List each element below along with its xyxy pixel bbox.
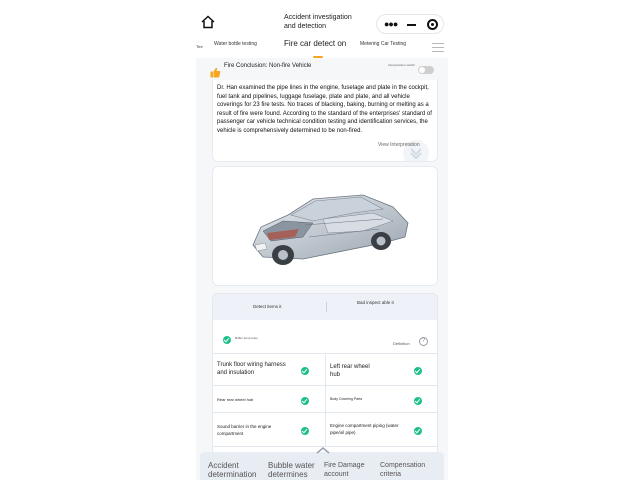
check-icon	[301, 397, 309, 405]
phone-frame: Accident investigation and detection ●●●…	[196, 0, 448, 480]
tab-bar: Tire Water bottle testing Fire car detec…	[196, 38, 448, 58]
more-icon[interactable]: ●●●	[384, 19, 398, 29]
bottom-nav-label: criteria	[380, 471, 402, 478]
inspection-item: Engine compartment piping (water pipe/oi…	[326, 413, 437, 447]
inspection-item: Left rear wheel hub	[326, 355, 437, 386]
inspection-item: Rear rear wheel hub	[213, 386, 326, 413]
tab-side-label[interactable]: Tire	[196, 44, 203, 49]
inspection-item-label: Engine compartment piping (water pipe/oi…	[330, 423, 399, 435]
view-interpretation-link[interactable]: View Interpretation	[378, 142, 420, 148]
car-image-card	[212, 166, 438, 286]
inspection-item: Trunk floor wiring harness and insulatio…	[213, 355, 326, 386]
chevron-up-icon[interactable]	[316, 447, 330, 454]
thumbs-up-icon	[210, 65, 221, 78]
conclusion-row: Fire Conclusion: Non-fire Vehicle Interp…	[196, 58, 448, 80]
inspection-item-label: Body Covering Parts	[330, 397, 363, 401]
bottom-nav-fire-damage[interactable]: Fire Damage account	[324, 461, 382, 479]
description-card: Dr. Han examined the pipe lines in the e…	[212, 80, 438, 162]
bottom-nav-label: determination	[208, 470, 257, 479]
bottom-nav-accident[interactable]: Accident determination	[208, 461, 266, 479]
check-icon	[414, 427, 422, 435]
header-bad-inspectable[interactable]: Bad inspect able it	[357, 300, 394, 305]
inspection-item-label: Left rear wheel hub	[330, 364, 370, 378]
bottom-nav-bubble-water[interactable]: Bubble water determines	[268, 461, 326, 479]
legend-row: Buffer temp tests Definition ?	[213, 328, 437, 354]
menu-icon[interactable]	[432, 43, 444, 53]
inspection-item: Body Covering Parts	[326, 386, 437, 413]
interpretation-switch-label: Interpretation switch	[388, 63, 415, 67]
inspection-item: Sound barrier in the engine compartment	[213, 413, 326, 447]
definition-label[interactable]: Definition	[393, 341, 410, 346]
bottom-nav-label: account	[324, 471, 349, 478]
bottom-nav-label: Accident	[208, 461, 239, 470]
help-icon[interactable]: ?	[419, 337, 428, 346]
bottom-nav: Accident determination Bubble water dete…	[200, 447, 444, 480]
bottom-nav-label: determines	[268, 470, 308, 479]
bottom-nav-label: Compensation	[380, 462, 426, 469]
bottom-nav-label: Bubble water	[268, 461, 315, 470]
top-bar: Accident investigation and detection ●●●	[196, 0, 448, 38]
bottom-nav-compensation[interactable]: Compensation criteria	[380, 461, 438, 479]
description-text: Dr. Han examined the pipe lines in the e…	[217, 85, 432, 134]
bottom-nav-label: Fire Damage	[324, 462, 365, 469]
inspection-item-label: Rear rear wheel hub	[217, 397, 254, 402]
inspection-table: Detect items it Bad inspect able it Buff…	[212, 293, 438, 458]
inspection-item-label: Sound barrier in the engine compartment	[217, 424, 272, 436]
car-cutaway-image	[252, 194, 409, 265]
check-icon	[414, 397, 422, 405]
inspection-item-label: Trunk floor wiring harness and insulatio…	[217, 362, 286, 376]
header-divider	[326, 302, 327, 312]
tab-fire-car[interactable]: Fire car detect on	[284, 39, 346, 48]
check-icon	[301, 427, 309, 435]
tab-metering-car[interactable]: Metering Car Testing	[360, 41, 406, 47]
check-icon	[414, 367, 422, 375]
home-icon[interactable]	[200, 14, 216, 30]
inspection-table-header: Detect items it Bad inspect able it	[213, 294, 437, 320]
legend-label: Buffer temp tests	[235, 336, 258, 340]
check-icon	[223, 336, 231, 344]
header-detect-items[interactable]: Detect items it	[253, 304, 282, 309]
minimize-icon[interactable]	[407, 24, 416, 26]
target-icon[interactable]	[427, 19, 438, 30]
check-icon	[301, 367, 309, 375]
tab-water-bottle[interactable]: Water bottle testing	[214, 41, 257, 47]
interpretation-toggle[interactable]	[418, 66, 434, 74]
conclusion-text: Fire Conclusion: Non-fire Vehicle	[224, 63, 312, 69]
mini-program-capsule: ●●●	[376, 14, 444, 34]
